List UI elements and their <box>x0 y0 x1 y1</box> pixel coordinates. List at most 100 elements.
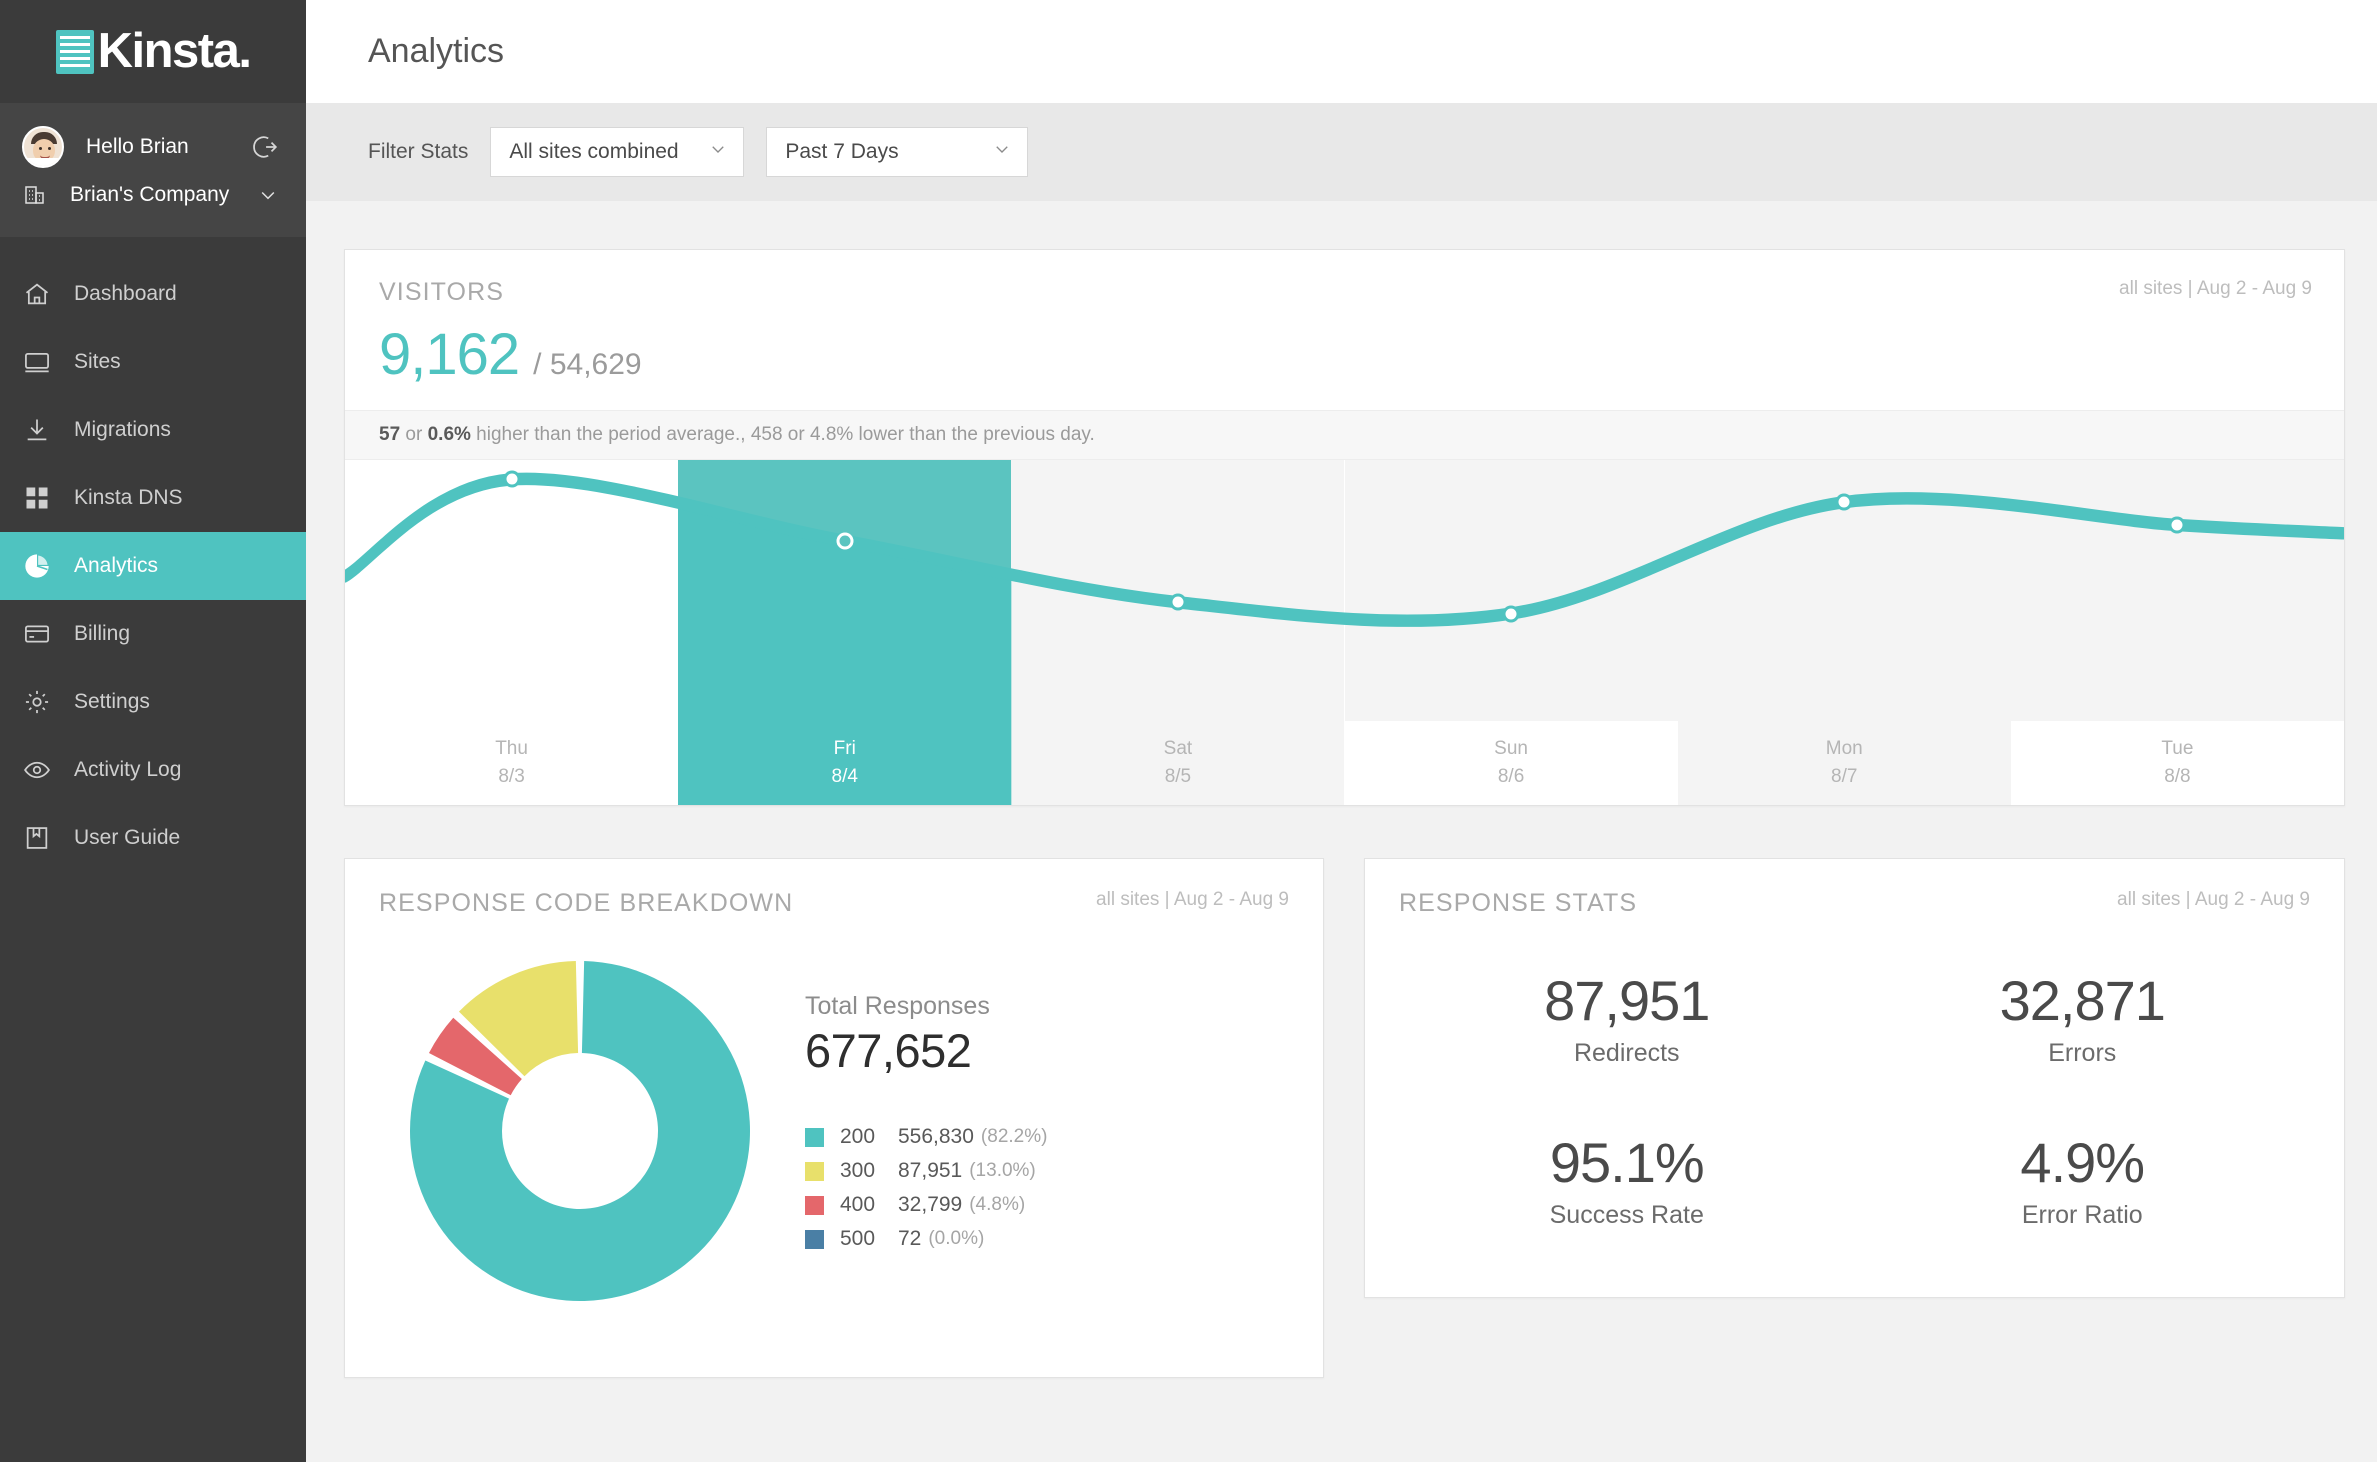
legend-value: 32,799 <box>898 1193 963 1216</box>
visitors-value: 9,162 <box>379 322 520 387</box>
rcb-meta: all sites | Aug 2 - Aug 9 <box>1096 889 1289 910</box>
chart-point-marker[interactable] <box>1169 593 1187 611</box>
sidebar-item-label: Analytics <box>74 554 159 577</box>
monitor-icon <box>22 347 52 377</box>
chart-day-label[interactable]: Tue 8/8 <box>2010 721 2344 805</box>
book-icon <box>22 823 52 853</box>
visitors-note-rest: higher than the period average., 458 or … <box>470 424 1095 445</box>
brand-name: Kinsta. <box>97 24 252 78</box>
stat-item: 4.9% Error Ratio <box>1855 1130 2311 1230</box>
sidebar-item-billing[interactable]: Billing <box>0 600 306 668</box>
sidebar-item-analytics[interactable]: Analytics <box>0 532 306 600</box>
legend-swatch <box>805 1229 824 1249</box>
chart-point-marker[interactable] <box>2168 516 2186 534</box>
chart-day-date: 8/4 <box>831 766 858 787</box>
eye-icon <box>22 755 52 785</box>
stat-label: Errors <box>2048 1039 2117 1067</box>
topbar: Analytics <box>306 0 2377 103</box>
chart-day-label[interactable]: Thu 8/3 <box>345 721 678 805</box>
chart-day-label[interactable]: Fri 8/4 <box>678 721 1011 805</box>
filter-bar: Filter Stats All sites combined Past 7 D… <box>306 103 2377 201</box>
rcb-title: RESPONSE CODE BREAKDOWN <box>379 889 794 917</box>
chart-day-date: 8/3 <box>498 766 525 787</box>
rs-title: RESPONSE STATS <box>1399 889 1638 917</box>
legend-code: 500 <box>840 1227 876 1250</box>
chart-day-name: Thu <box>495 738 528 760</box>
chevron-down-icon[interactable] <box>258 185 278 205</box>
kinsta-server-logo-icon <box>55 29 94 74</box>
sidebar-item-label: Sites <box>74 350 121 373</box>
sidebar-item-kinsta-dns[interactable]: Kinsta DNS <box>0 464 306 532</box>
visitors-total: / 54,629 <box>533 348 642 381</box>
chart-point-marker[interactable] <box>503 470 521 488</box>
visitors-title: VISITORS <box>379 278 505 306</box>
sidebar-item-activity-log[interactable]: Activity Log <box>0 736 306 804</box>
sidebar-item-label: Kinsta DNS <box>74 486 183 509</box>
legend-row[interactable]: 400 32,799 (4.8%) <box>805 1188 1047 1222</box>
visitors-header: VISITORS all sites | Aug 2 - Aug 9 9,162… <box>345 250 2344 388</box>
content-area: VISITORS all sites | Aug 2 - Aug 9 9,162… <box>306 201 2377 1462</box>
chart-point-marker[interactable] <box>836 532 854 550</box>
site-filter-select[interactable]: All sites combined <box>490 127 745 177</box>
sidebar-item-dashboard[interactable]: Dashboard <box>0 260 306 328</box>
sidebar-item-settings[interactable]: Settings <box>0 668 306 736</box>
brand-logo[interactable]: Kinsta. <box>0 0 306 103</box>
legend-row[interactable]: 500 72 (0.0%) <box>805 1222 1047 1256</box>
sidebar-item-migrations[interactable]: Migrations <box>0 396 306 464</box>
date-range-select[interactable]: Past 7 Days <box>766 127 1029 177</box>
sidebar-item-sites[interactable]: Sites <box>0 328 306 396</box>
visitors-area-chart[interactable]: Thu 8/3 Fri 8/4 Sat 8/5 Sun 8/6 Mon 8/7 Tue 8/8 <box>345 460 2344 805</box>
stat-value: 87,951 <box>1544 969 1710 1032</box>
chart-day-date: 8/6 <box>1497 766 1525 787</box>
legend-code: 300 <box>840 1159 876 1182</box>
stat-value: 32,871 <box>1999 969 2166 1032</box>
legend-percent: (13.0%) <box>969 1160 1036 1181</box>
sidebar: Kinsta. Hello Brian Brian's Company Dash… <box>0 0 306 1462</box>
visitors-note-pct: 0.6% <box>427 424 471 445</box>
org-switcher[interactable]: Brian's Company <box>0 173 306 217</box>
gear-icon <box>22 687 52 717</box>
date-range-value: Past 7 Days <box>785 140 899 163</box>
chart-day-name: Sun <box>1494 738 1528 760</box>
sidebar-item-label: Migrations <box>74 418 171 441</box>
legend-value: 72 <box>898 1227 922 1250</box>
logout-icon[interactable] <box>252 134 278 160</box>
legend-row[interactable]: 200 556,830 (82.2%) <box>805 1120 1047 1154</box>
response-code-breakdown-card: RESPONSE CODE BREAKDOWN all sites | Aug … <box>344 858 1324 1378</box>
visitors-note: 57 or 0.6% higher than the period averag… <box>345 410 2344 460</box>
chart-point-marker[interactable] <box>1502 605 1520 623</box>
user-row[interactable]: Hello Brian <box>0 121 306 173</box>
chart-day-label[interactable]: Mon 8/7 <box>1678 721 2011 805</box>
chart-point-marker[interactable] <box>1835 493 1853 511</box>
visitors-card: VISITORS all sites | Aug 2 - Aug 9 9,162… <box>344 249 2345 806</box>
chart-day-label[interactable]: Sun 8/6 <box>1344 721 1678 805</box>
legend-row[interactable]: 300 87,951 (13.0%) <box>805 1154 1047 1188</box>
legend-code: 200 <box>840 1125 876 1148</box>
home-icon <box>22 279 52 309</box>
sidebar-item-label: User Guide <box>74 826 181 849</box>
response-stats-card: RESPONSE STATS all sites | Aug 2 - Aug 9… <box>1364 858 2345 1298</box>
visitors-note-delta: 57 <box>379 424 401 445</box>
legend-percent: (4.8%) <box>969 1194 1026 1215</box>
user-block: Hello Brian Brian's Company <box>0 103 306 238</box>
chart-day-date: 8/8 <box>2164 766 2191 787</box>
app-root: Kinsta. Hello Brian Brian's Company Dash… <box>0 0 2377 1462</box>
sidebar-item-user-guide[interactable]: User Guide <box>0 804 306 872</box>
main-area: Analytics Filter Stats All sites combine… <box>306 0 2377 1462</box>
legend-percent: (0.0%) <box>928 1228 985 1249</box>
sidebar-item-label: Settings <box>74 690 150 713</box>
response-code-donut-chart[interactable] <box>405 956 755 1306</box>
chart-day-date: 8/5 <box>1164 766 1192 787</box>
legend-percent: (82.2%) <box>980 1126 1048 1147</box>
user-greeting: Hello Brian <box>86 135 189 158</box>
download-icon <box>22 415 52 445</box>
donut-svg <box>409 961 750 1301</box>
legend-code: 400 <box>840 1193 876 1216</box>
filter-stats-label: Filter Stats <box>368 140 469 163</box>
chart-day-date: 8/7 <box>1831 766 1858 787</box>
org-name: Brian's Company <box>70 183 230 206</box>
legend-value: 87,951 <box>898 1159 963 1182</box>
chart-day-name: Fri <box>833 738 856 760</box>
bottom-row: RESPONSE CODE BREAKDOWN all sites | Aug … <box>344 858 2345 1378</box>
chart-day-label[interactable]: Sat 8/5 <box>1011 721 1344 805</box>
